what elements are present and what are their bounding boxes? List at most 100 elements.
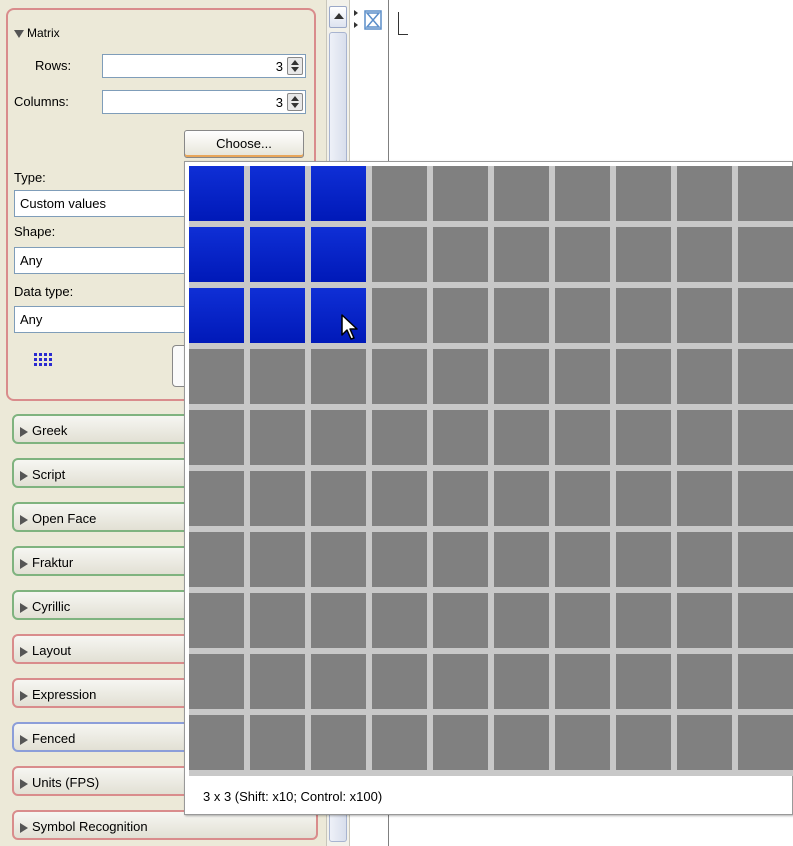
matrix-grid-icon[interactable]	[34, 353, 56, 367]
grid-cell[interactable]	[555, 349, 610, 404]
grid-cell[interactable]	[738, 715, 793, 770]
grid-cell[interactable]	[494, 654, 549, 709]
grid-cell[interactable]	[189, 349, 244, 404]
grid-cell[interactable]	[189, 715, 244, 770]
grid-cell[interactable]	[494, 166, 549, 221]
grid-cell[interactable]	[433, 654, 488, 709]
grid-cell[interactable]	[677, 166, 732, 221]
grid-cell[interactable]	[433, 227, 488, 282]
grid-cell-selected[interactable]	[250, 227, 305, 282]
grid-cell[interactable]	[616, 349, 671, 404]
grid-cell[interactable]	[372, 349, 427, 404]
grid-cell-selected[interactable]	[311, 227, 366, 282]
grid-cell[interactable]	[555, 166, 610, 221]
grid-cell[interactable]	[555, 654, 610, 709]
grid-cell[interactable]	[250, 471, 305, 526]
grid-cell[interactable]	[250, 654, 305, 709]
grid-cell[interactable]	[555, 532, 610, 587]
grid-cell[interactable]	[311, 654, 366, 709]
grid-cell[interactable]	[494, 715, 549, 770]
grid-cell[interactable]	[738, 654, 793, 709]
grid-cell[interactable]	[311, 349, 366, 404]
grid-cell[interactable]	[677, 471, 732, 526]
grid-cell[interactable]	[372, 410, 427, 465]
rows-spin-button[interactable]	[287, 57, 303, 75]
grid-cell[interactable]	[189, 410, 244, 465]
grid-cell[interactable]	[311, 532, 366, 587]
grid-cell[interactable]	[616, 410, 671, 465]
grid-cell[interactable]	[372, 471, 427, 526]
grid-cell-selected[interactable]	[250, 166, 305, 221]
grid-cell[interactable]	[555, 410, 610, 465]
grid-cell[interactable]	[616, 532, 671, 587]
grid-cell[interactable]	[311, 593, 366, 648]
grid-cell[interactable]	[494, 471, 549, 526]
grid-cell[interactable]	[738, 227, 793, 282]
grid-cell-selected[interactable]	[250, 288, 305, 343]
grid-cell[interactable]	[738, 166, 793, 221]
grid-cell[interactable]	[494, 227, 549, 282]
grid-cell[interactable]	[738, 593, 793, 648]
choose-button[interactable]: Choose...	[184, 130, 304, 158]
grid-cell[interactable]	[494, 349, 549, 404]
rows-stepper[interactable]: 3	[102, 54, 306, 78]
grid-cell[interactable]	[677, 288, 732, 343]
grid-cell[interactable]	[555, 715, 610, 770]
grid-cell[interactable]	[616, 471, 671, 526]
grid-cell[interactable]	[677, 715, 732, 770]
grid-cell[interactable]	[189, 593, 244, 648]
grid-cell[interactable]	[616, 166, 671, 221]
grid-cell[interactable]	[433, 471, 488, 526]
grid-cell[interactable]	[677, 410, 732, 465]
grid-cell[interactable]	[555, 288, 610, 343]
grid-cell[interactable]	[311, 471, 366, 526]
grid-cell[interactable]	[189, 654, 244, 709]
grid-cell[interactable]	[555, 227, 610, 282]
grid-cell[interactable]	[494, 410, 549, 465]
grid-cell[interactable]	[250, 593, 305, 648]
matrix-size-grid[interactable]	[189, 166, 793, 776]
grid-cell[interactable]	[189, 471, 244, 526]
grid-cell[interactable]	[494, 532, 549, 587]
grid-cell[interactable]	[250, 532, 305, 587]
grid-cell[interactable]	[677, 593, 732, 648]
grid-cell[interactable]	[250, 715, 305, 770]
grid-cell[interactable]	[372, 288, 427, 343]
grid-cell[interactable]	[433, 593, 488, 648]
grid-cell[interactable]	[738, 532, 793, 587]
grid-cell[interactable]	[433, 410, 488, 465]
matrix-panel-header[interactable]: Matrix	[14, 26, 60, 40]
grid-cell[interactable]	[311, 715, 366, 770]
grid-cell[interactable]	[433, 349, 488, 404]
grid-cell[interactable]	[555, 471, 610, 526]
grid-cell[interactable]	[372, 166, 427, 221]
columns-stepper[interactable]: 3	[102, 90, 306, 114]
grid-cell-selected[interactable]	[189, 166, 244, 221]
grid-cell[interactable]	[616, 654, 671, 709]
grid-cell[interactable]	[738, 288, 793, 343]
grid-cell[interactable]	[433, 288, 488, 343]
grid-cell[interactable]	[372, 227, 427, 282]
grid-cell[interactable]	[616, 288, 671, 343]
grid-cell[interactable]	[372, 532, 427, 587]
grid-cell[interactable]	[555, 593, 610, 648]
grid-cell[interactable]	[433, 715, 488, 770]
grid-cell-selected[interactable]	[189, 227, 244, 282]
grid-cell[interactable]	[616, 593, 671, 648]
grid-cell[interactable]	[616, 227, 671, 282]
grid-cell[interactable]	[738, 349, 793, 404]
grid-cell[interactable]	[189, 532, 244, 587]
grid-cell[interactable]	[677, 227, 732, 282]
grid-cell[interactable]	[677, 654, 732, 709]
grid-cell[interactable]	[250, 349, 305, 404]
columns-spin-button[interactable]	[287, 93, 303, 111]
grid-cell[interactable]	[433, 532, 488, 587]
grid-cell[interactable]	[494, 593, 549, 648]
grid-cell[interactable]	[250, 410, 305, 465]
grid-cell[interactable]	[311, 410, 366, 465]
grid-cell[interactable]	[616, 715, 671, 770]
grid-cell-selected[interactable]	[311, 166, 366, 221]
grid-cell[interactable]	[677, 349, 732, 404]
grid-cell[interactable]	[738, 410, 793, 465]
grid-cell[interactable]	[372, 654, 427, 709]
